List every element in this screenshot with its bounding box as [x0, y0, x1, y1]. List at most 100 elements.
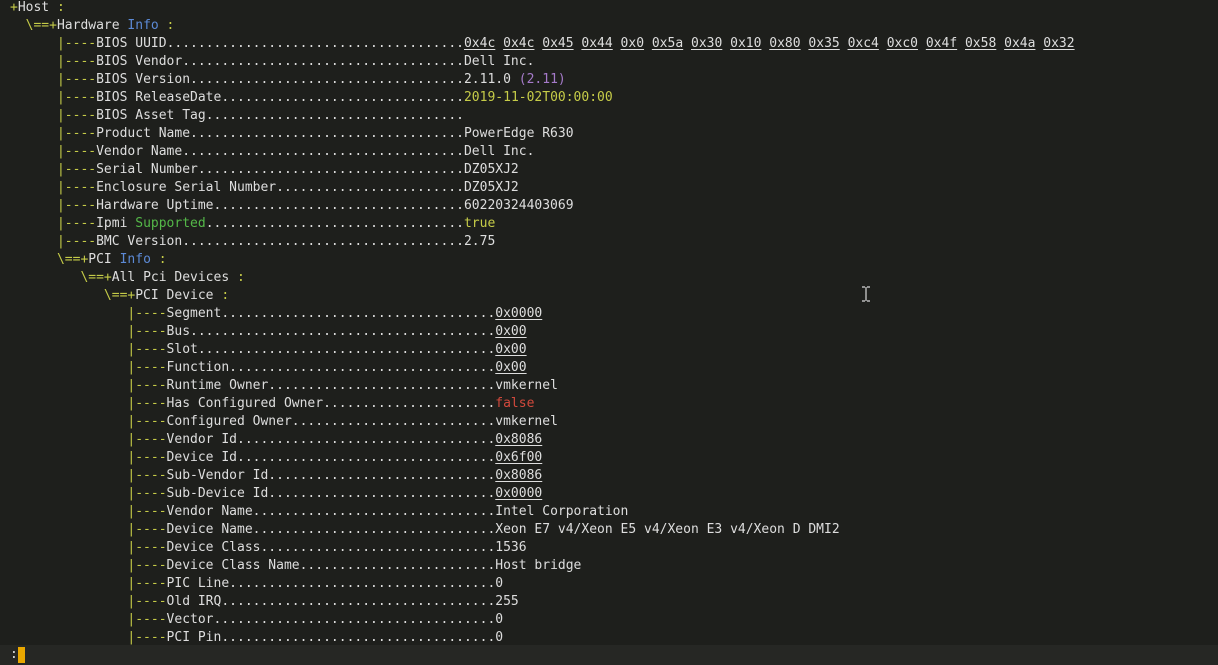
field-label: Has Configured Owner [166, 396, 324, 411]
tree-row: |----Function...........................… [10, 359, 1075, 377]
field-label: BIOS ReleaseDate [96, 90, 222, 105]
section-colon: : [49, 0, 65, 15]
tree-row: |----Vendor Id..........................… [10, 431, 1075, 449]
tree-branch: |---- [56, 144, 97, 159]
tree-row: |----Product Name.......................… [10, 125, 1075, 143]
section-title: Host [17, 0, 50, 15]
leader-dots: ................................ [213, 198, 464, 213]
leader-dots: .................................. [197, 162, 464, 177]
tree-branch: |---- [127, 540, 167, 555]
leader-dots: .................................... [182, 144, 464, 159]
uuid-byte: 0x32 [1043, 36, 1075, 51]
field-value: 2.11.0 [463, 72, 511, 87]
leader-dots: ................................. [237, 450, 496, 465]
uuid-byte: 0x45 [542, 36, 574, 51]
tree-branch: |---- [56, 162, 97, 177]
leader-dots: ...................... [323, 396, 496, 411]
tree-branch: |---- [127, 522, 167, 537]
tree-row: |----Device Class.......................… [10, 539, 1075, 557]
section-title: All Pci Devices [111, 270, 230, 285]
uuid-byte: 0x35 [808, 36, 840, 51]
field-label: BIOS Vendor [96, 54, 183, 69]
tree-row: |----Vendor Name........................… [10, 143, 1075, 161]
field-label: Ipmi [96, 216, 128, 231]
uuid-byte: 0x44 [581, 36, 613, 51]
uuid-byte: 0x4f [925, 36, 958, 51]
leader-dots: .................................... [182, 234, 464, 249]
tree-branch: |---- [127, 414, 167, 429]
tree-row: |----Bus................................… [10, 323, 1075, 341]
tree-section-header: \==+Hardware Info : [10, 17, 1075, 35]
pager-status-bar[interactable]: : [0, 645, 1218, 665]
field-value: Xeon E7 v4/Xeon E5 v4/Xeon E3 v4/Xeon D … [495, 522, 840, 537]
field-label: Sub-Device Id [166, 486, 269, 501]
section-colon: : [150, 252, 167, 267]
field-value: 0x00 [495, 342, 527, 357]
tree-branch: |---- [127, 450, 167, 465]
leader-dots: ............................... [252, 522, 496, 537]
field-label: PCI Pin [166, 630, 222, 645]
tree-row: |----Sub-Vendor Id......................… [10, 467, 1075, 485]
tree-branch: \==+ [56, 252, 89, 267]
field-label: Device Class [166, 540, 261, 555]
tree-row: |----Sub-Device Id......................… [10, 485, 1075, 503]
tree-branch: |---- [127, 558, 167, 573]
tree-row: |----Segment............................… [10, 305, 1075, 323]
tree-branch: |---- [127, 360, 167, 375]
tree-row: |----Hardware Uptime....................… [10, 197, 1075, 215]
field-value: DZ05XJ2 [463, 162, 519, 177]
field-value: 0x6f00 [495, 450, 543, 465]
tree-branch: |---- [127, 576, 167, 591]
field-label: Segment [166, 306, 222, 321]
terminal-window[interactable]: +Host : \==+Hardware Info : |----BIOS UU… [0, 0, 1218, 665]
uuid-byte: 0x58 [964, 36, 997, 51]
field-value-paren: (2.11) [518, 72, 566, 87]
uuid-byte: 0x80 [769, 36, 801, 51]
field-value: Intel Corporation [495, 504, 629, 519]
tree-row: |----Vector.............................… [10, 611, 1075, 629]
field-label: Runtime Owner [166, 378, 269, 393]
leader-dots: ................................. [205, 216, 464, 231]
uuid-byte: 0x0 [620, 36, 645, 51]
field-value: 0x00 [495, 360, 527, 375]
tree-section-header: \==+All Pci Devices : [10, 269, 1075, 287]
field-label: Device Id [166, 450, 237, 465]
terminal-output: +Host : \==+Hardware Info : |----BIOS UU… [10, 0, 1075, 647]
section-colon: : [229, 270, 245, 285]
tree-section-header: +Host : [10, 0, 1075, 17]
field-value: 0x0000 [495, 306, 543, 321]
tree-branch: |---- [127, 342, 167, 357]
field-label: Vendor Name [96, 144, 183, 159]
field-value: 0x8086 [495, 432, 543, 447]
section-title: PCI [88, 252, 112, 267]
field-label: Device Name [166, 522, 253, 537]
tree-branch: |---- [56, 72, 97, 87]
section-info-word: Info [127, 18, 159, 33]
tree-row: |----BIOS Vendor........................… [10, 53, 1075, 71]
tree-row: |----Configured Owner...................… [10, 413, 1075, 431]
tree-row: |----Old IRQ............................… [10, 593, 1075, 611]
field-value: 0x8086 [495, 468, 543, 483]
tree-branch: |---- [56, 90, 97, 105]
leader-dots: ......................... [299, 558, 496, 573]
field-value: 1536 [495, 540, 527, 555]
tree-branch: |---- [56, 198, 97, 213]
field-value: 255 [495, 594, 519, 609]
tree-section-header: \==+PCI Device : [10, 287, 1075, 305]
leader-dots: .................................. [229, 360, 496, 375]
tree-branch: |---- [127, 468, 167, 483]
leader-dots: ........................ [276, 180, 464, 195]
field-value: 60220324403069 [463, 198, 574, 213]
field-label: Serial Number [96, 162, 198, 177]
tree-branch: |---- [127, 504, 167, 519]
